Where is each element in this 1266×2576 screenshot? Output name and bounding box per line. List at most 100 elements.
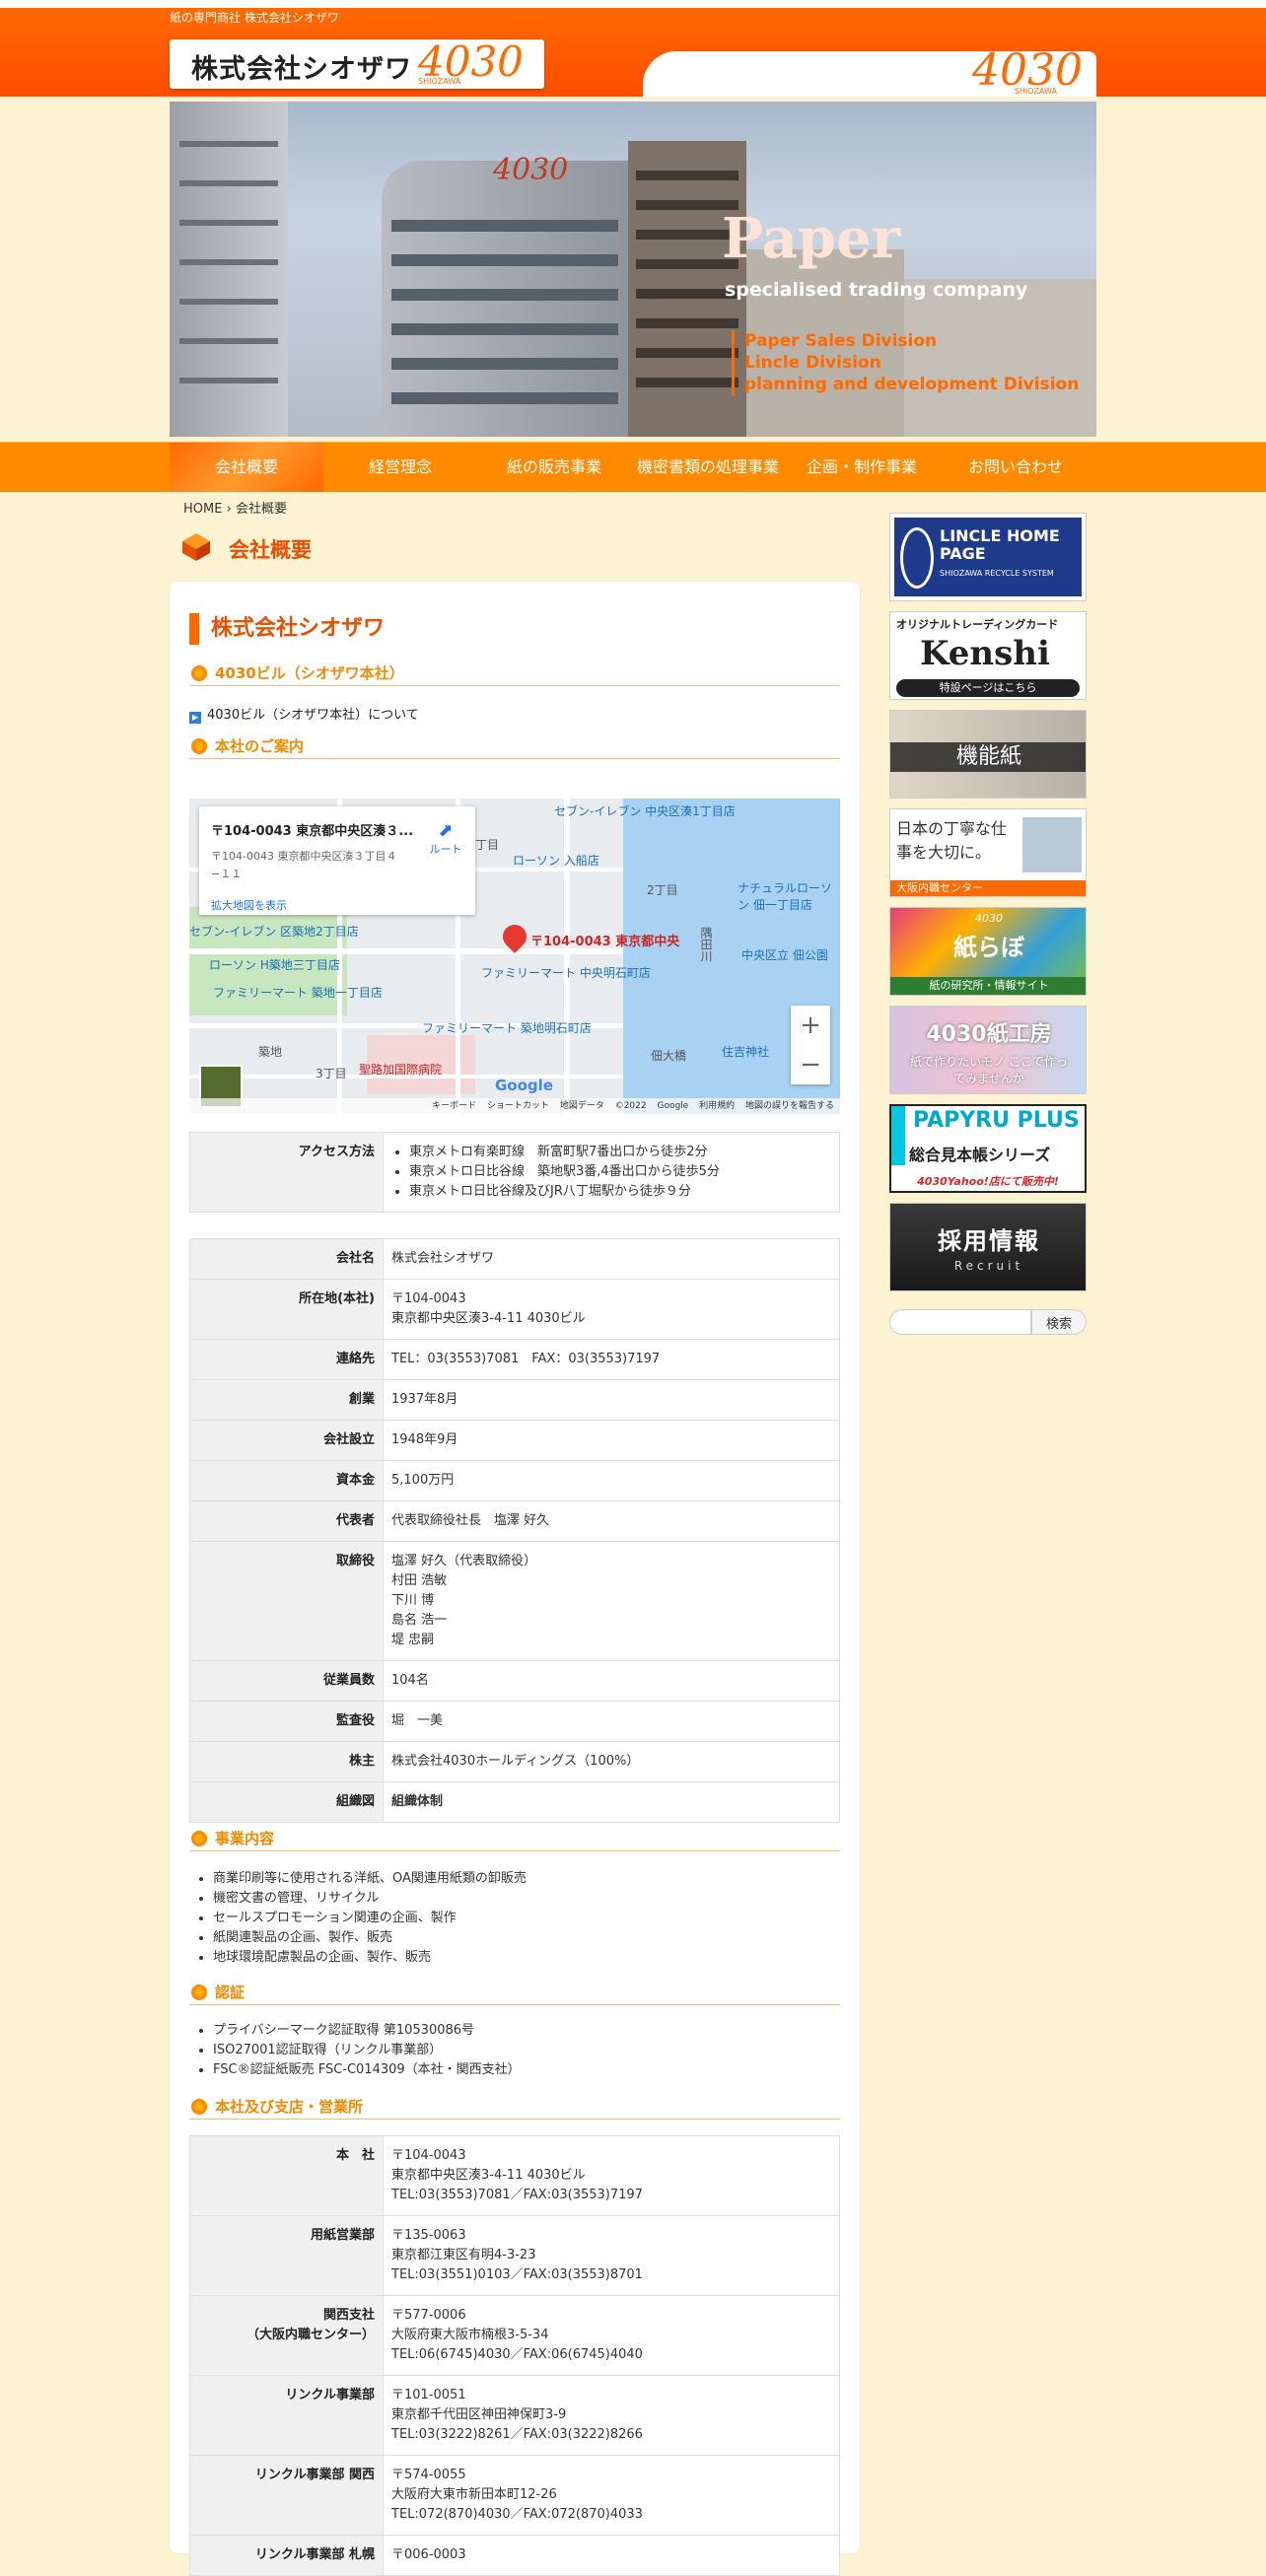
map-label: 隅田川 bbox=[699, 927, 713, 962]
list-item: 紙関連製品の企画、製作、販売 bbox=[213, 1928, 840, 1948]
site-tagline: 紙の専門商社 株式会社シオザワ bbox=[170, 11, 339, 25]
flower-bullet-icon bbox=[191, 2099, 207, 2115]
row-label: 資本金 bbox=[189, 1460, 384, 1501]
list-item: 地球環境配慮製品の企画、製作、販売 bbox=[213, 1948, 840, 1968]
value-line: 組織体制 bbox=[391, 1794, 444, 1809]
list-item: 商業印刷等に使用される洋紙、OA関連用紙類の卸販売 bbox=[213, 1869, 840, 1889]
breadcrumb-separator-icon: › bbox=[226, 502, 232, 517]
logo-sub: SHIOZAWA bbox=[418, 77, 461, 86]
access-table: アクセス方法 東京メトロ有楽町線 新富町駅7番出口から徒歩2分 東京メトロ日比谷… bbox=[189, 1132, 840, 1213]
offices-table: 本 社〒104-0043 東京都中央区湊3-4-11 4030ビル TEL:03(3… bbox=[189, 2135, 840, 2576]
row-label: リンクル事業部 関西 bbox=[189, 2455, 384, 2536]
map-terms-link[interactable]: 利用規約 bbox=[699, 1101, 735, 1111]
row-value: 5,100万円 bbox=[383, 1460, 840, 1501]
value-line: 島名 浩一 bbox=[391, 1613, 448, 1628]
site-logo[interactable]: 株式会社シオザワ 4030 SHIOZAWA bbox=[170, 37, 544, 89]
section-heading-cert: 認証 bbox=[189, 1982, 840, 2005]
list-item: FSC®認証紙販売 FSC-C014309（本社・関西支社） bbox=[213, 2060, 840, 2080]
business-list: 商業印刷等に使用される洋紙、OA関連用紙類の卸販売 機密文書の管理、リサイクル … bbox=[189, 1869, 840, 1968]
value-line: 〒006-0003 bbox=[391, 2547, 466, 2562]
header-logo-tab: 4030 SHIOZAWA bbox=[643, 45, 1096, 97]
search-button[interactable]: 検索 bbox=[1031, 1309, 1087, 1335]
value-line: 〒577-0006 bbox=[391, 2308, 466, 2323]
map-zoom-control: + − bbox=[791, 1006, 830, 1084]
value-line: 大阪府大東市新田本町12-26 bbox=[391, 2487, 557, 2502]
row-label: 関西支社 （大阪内職センター） bbox=[189, 2295, 384, 2376]
banner-recruit[interactable]: 採用情報 Recruit bbox=[889, 1203, 1087, 1291]
search-input[interactable] bbox=[889, 1309, 1031, 1335]
flower-bullet-icon bbox=[191, 1984, 207, 2000]
nav-item-company[interactable]: 会社概要 bbox=[170, 443, 323, 492]
map-card-title: 〒104-0043 東京都中央区湊３... bbox=[211, 824, 414, 839]
map-footer: キーボード ショートカット 地図データ ©2022 Google 利用規約 地図… bbox=[189, 1098, 840, 1114]
section-heading-building: 4030ビル（シオザワ本社） bbox=[189, 662, 840, 686]
profile-row: 株主 株式会社4030ホールディングス（100%） bbox=[189, 1741, 840, 1782]
value-line: 東京都千代田区神田神保町3-9 bbox=[391, 2407, 567, 2422]
profile-row: 取締役 塩澤 好久（代表取締役） 村田 浩敏 下川 博島名 浩一堤 忠嗣 bbox=[189, 1541, 840, 1661]
access-list: 東京メトロ有楽町線 新富町駅7番出口から徒歩2分 東京メトロ日比谷線 築地駅3番… bbox=[383, 1132, 840, 1213]
breadcrumb-current: 会社概要 bbox=[235, 502, 287, 517]
value-line: 東京都江東区有明4-3-23 bbox=[391, 2248, 536, 2263]
profile-row: 組織図 組織体制 bbox=[189, 1781, 840, 1823]
banner-papyru[interactable]: PAPYRU PLUS 総合見本帳シリーズ 4030Yahoo!店にて販売中! bbox=[889, 1104, 1087, 1193]
map-label: ナチュラルローソン 佃一丁目店 bbox=[738, 881, 833, 912]
access-label: アクセス方法 bbox=[189, 1132, 384, 1213]
nav-item-philosophy[interactable]: 経営理念 bbox=[323, 443, 477, 492]
building-link[interactable]: ▶ 4030ビル（シオザワ本社）について bbox=[189, 704, 419, 724]
map-card-address: 〒104-0043 東京都中央区湊３丁目４−１１ bbox=[211, 850, 397, 880]
google-map[interactable]: セブン-イレブン 中央区湊1丁目店 ローソン 入船店 2丁目 丁目 ナチュラルロ… bbox=[189, 799, 840, 1114]
map-label: 聖路加国際病院 bbox=[359, 1063, 443, 1077]
nav-item-confidential[interactable]: 機密書類の処理事業 bbox=[631, 443, 785, 492]
nav-item-paper-sales[interactable]: 紙の販売事業 bbox=[477, 443, 631, 492]
hero-building-main bbox=[382, 161, 628, 437]
section-heading-business: 事業内容 bbox=[189, 1828, 840, 1851]
zoom-in-button[interactable]: + bbox=[791, 1006, 830, 1045]
office-row: 本 社〒104-0043 東京都中央区湊3-4-11 4030ビル TEL:03(3… bbox=[189, 2135, 840, 2216]
breadcrumb-home[interactable]: HOME bbox=[183, 502, 222, 517]
value-line: 株式会社シオザワ bbox=[391, 1251, 495, 1266]
hero-building-sign: 4030 bbox=[493, 153, 569, 187]
row-label: 会社設立 bbox=[189, 1420, 384, 1461]
row-value: 〒006-0003 bbox=[383, 2535, 840, 2576]
banner-functional-paper[interactable]: 機能紙 bbox=[889, 710, 1087, 799]
hero-division: Lincle Division bbox=[744, 353, 881, 373]
profile-row: 連絡先 TEL：03(3553)7081 FAX：03(3553)7197 bbox=[189, 1339, 840, 1380]
row-label: 組織図 bbox=[189, 1781, 384, 1823]
value-line: 塩澤 好久（代表取締役） bbox=[391, 1554, 537, 1568]
value-line: 5,100万円 bbox=[391, 1473, 455, 1488]
sidebar-search: 検索 bbox=[889, 1309, 1087, 1339]
nav-item-planning[interactable]: 企画・制作事業 bbox=[785, 443, 939, 492]
flower-bullet-icon bbox=[191, 1831, 207, 1846]
map-shortcuts-link[interactable]: キーボード ショートカット bbox=[432, 1101, 549, 1111]
value-line: 104名 bbox=[391, 1673, 429, 1688]
list-item: セールスプロモーション関連の企画、製作 bbox=[213, 1909, 840, 1928]
value-line: 代表取締役社長 塩澤 好久 bbox=[391, 1513, 550, 1528]
map-report-link[interactable]: 地図の誤りを報告する bbox=[745, 1101, 834, 1111]
banner-lincle[interactable]: LINCLE HOME PAGE SHIOZAWA RECYCLE SYSTEM bbox=[889, 513, 1087, 601]
map-route-button[interactable]: ⬈ ルート bbox=[426, 820, 465, 857]
row-value: 〒101-0051 東京都千代田区神田神保町3-9 TEL:03(3222)8261… bbox=[383, 2375, 840, 2456]
row-value[interactable]: 組織体制 bbox=[383, 1781, 840, 1823]
hero-subline: specialised trading company bbox=[725, 279, 1028, 301]
banner-kamilabo[interactable]: 4030 紙らぼ 紙の研究所・情報サイト bbox=[889, 907, 1087, 996]
row-label: 連絡先 bbox=[189, 1339, 384, 1380]
nav-item-contact[interactable]: お問い合わせ bbox=[939, 443, 1092, 492]
map-enlarge-link[interactable]: 拡大地図を表示 bbox=[211, 897, 287, 913]
banner-kami-kobo[interactable]: 4030紙工房 紙で作りたいモノ ここで作ってみませんか bbox=[889, 1006, 1087, 1094]
list-item: 東京メトロ日比谷線及びJR八丁堀駅から徒歩９分 bbox=[409, 1182, 831, 1202]
value-line: TEL:072(870)4030／FAX:072(870)4033 bbox=[391, 2507, 643, 2522]
row-label: 監査役 bbox=[189, 1701, 384, 1742]
value-line: TEL:03(3553)7081／FAX:03(3553)7197 bbox=[391, 2188, 643, 2202]
profile-row: 従業員数 104名 bbox=[189, 1660, 840, 1702]
value-line: 〒101-0051 bbox=[391, 2388, 466, 2402]
value-line: 1937年8月 bbox=[391, 1392, 458, 1407]
map-pin-label: 〒104-0043 東京都中央 bbox=[530, 935, 680, 949]
google-logo: Google bbox=[495, 1077, 553, 1094]
row-value: 株式会社シオザワ bbox=[383, 1238, 840, 1280]
banner-kenshi[interactable]: オリジナルトレーディングカード Kenshi 特設ページはこちら bbox=[889, 611, 1087, 700]
logo-company-name: 株式会社シオザワ bbox=[191, 54, 412, 85]
row-label: 用紙営業部 bbox=[189, 2215, 384, 2296]
profile-row: 監査役堀 一美 bbox=[189, 1701, 840, 1742]
banner-osaka-center[interactable]: 日本の丁寧な仕事を大切に。 大阪内職センター bbox=[889, 808, 1087, 897]
zoom-out-button[interactable]: − bbox=[791, 1045, 830, 1084]
